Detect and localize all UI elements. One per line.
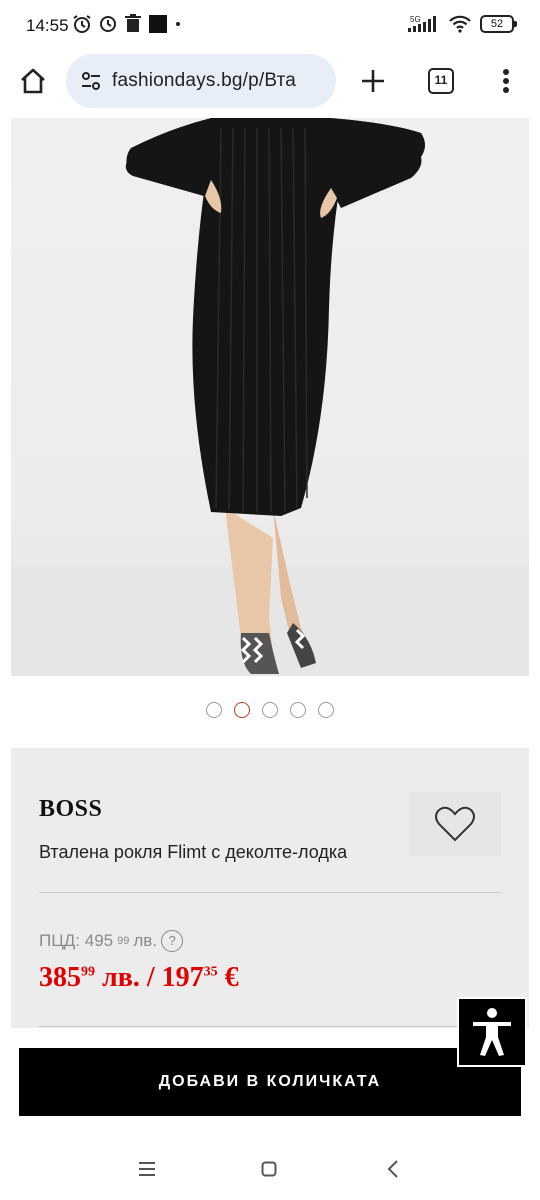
- product-brand[interactable]: BOSS: [39, 796, 102, 823]
- status-system-icons: 5G 52: [406, 14, 517, 34]
- tab-switcher-button[interactable]: 11: [428, 68, 454, 94]
- price-info-icon[interactable]: ?: [161, 930, 184, 952]
- more-notifications-icon: [176, 22, 180, 26]
- price-bgn-suffix: лв. /: [95, 962, 162, 993]
- battery-indicator: 52: [480, 15, 517, 33]
- trash-icon: [125, 14, 141, 32]
- heart-icon: [435, 806, 475, 842]
- add-to-favorites-button[interactable]: [409, 792, 501, 856]
- more-vert-icon: [503, 69, 509, 93]
- browser-toolbar: fashiondays.bg/p/Вта 11: [0, 52, 540, 118]
- recent-apps-button[interactable]: [132, 1154, 162, 1184]
- status-time: 14:55: [26, 16, 69, 35]
- dress-photo: [11, 118, 529, 676]
- clock-icon: [100, 16, 116, 32]
- price-eur-suffix: €: [217, 962, 239, 993]
- add-to-cart-button[interactable]: ДОБАВИ В КОЛИЧКАТА: [19, 1048, 521, 1116]
- accessibility-button[interactable]: [457, 997, 527, 1067]
- gallery-dot[interactable]: [206, 702, 222, 718]
- home-icon: [21, 68, 45, 94]
- divider: [39, 1026, 501, 1027]
- status-notification-icons: [72, 14, 182, 34]
- status-bar: 14:55 5G 52: [0, 0, 540, 52]
- network-type: 5G: [410, 15, 421, 24]
- gallery-dot[interactable]: [262, 702, 278, 718]
- home-button[interactable]: [16, 64, 50, 98]
- browser-menu-button[interactable]: [494, 64, 518, 98]
- plus-icon: [362, 70, 384, 92]
- site-settings-icon[interactable]: [80, 70, 102, 92]
- menu-lines-icon: [139, 1162, 155, 1176]
- old-price-label: ПЦД: 495: [39, 931, 114, 950]
- old-price-currency: лв.: [133, 931, 158, 950]
- app-square-icon: [149, 15, 167, 33]
- old-price-cents: 99: [117, 935, 130, 947]
- url-text: fashiondays.bg/p/Вта: [112, 70, 297, 91]
- gallery-dot-active[interactable]: [234, 702, 250, 718]
- gallery-dot[interactable]: [318, 702, 334, 718]
- price-eur-main: 197: [161, 962, 204, 993]
- gallery-pagination: [0, 702, 540, 718]
- alarm-icon: [73, 15, 91, 33]
- back-chevron-icon: [387, 1160, 398, 1178]
- product-name: Вталена рокля Flimt с деколте-лодка: [39, 842, 348, 862]
- system-navigation-bar: [0, 1140, 540, 1200]
- new-tab-button[interactable]: [356, 64, 390, 98]
- signal-icon: 5G: [408, 15, 436, 32]
- current-price: 38599 лв. / 19735 €: [39, 962, 239, 994]
- back-button[interactable]: [378, 1154, 408, 1184]
- price-eur-cents: 35: [203, 964, 218, 980]
- home-nav-button[interactable]: [254, 1154, 284, 1184]
- gallery-dot[interactable]: [290, 702, 306, 718]
- divider: [39, 892, 501, 893]
- wifi-icon: [449, 15, 471, 33]
- product-image[interactable]: [11, 118, 529, 676]
- price-bgn-cents: 99: [81, 964, 95, 980]
- accessibility-icon: [473, 1008, 511, 1056]
- recommended-price: ПЦД: 495 99 лв. ?: [39, 930, 184, 952]
- address-bar[interactable]: fashiondays.bg/p/Вта: [66, 54, 336, 108]
- price-bgn-main: 385: [39, 962, 81, 993]
- product-info-card: BOSS Вталена рокля Flimt с деколте-лодка…: [11, 748, 529, 1028]
- square-icon: [261, 1161, 277, 1177]
